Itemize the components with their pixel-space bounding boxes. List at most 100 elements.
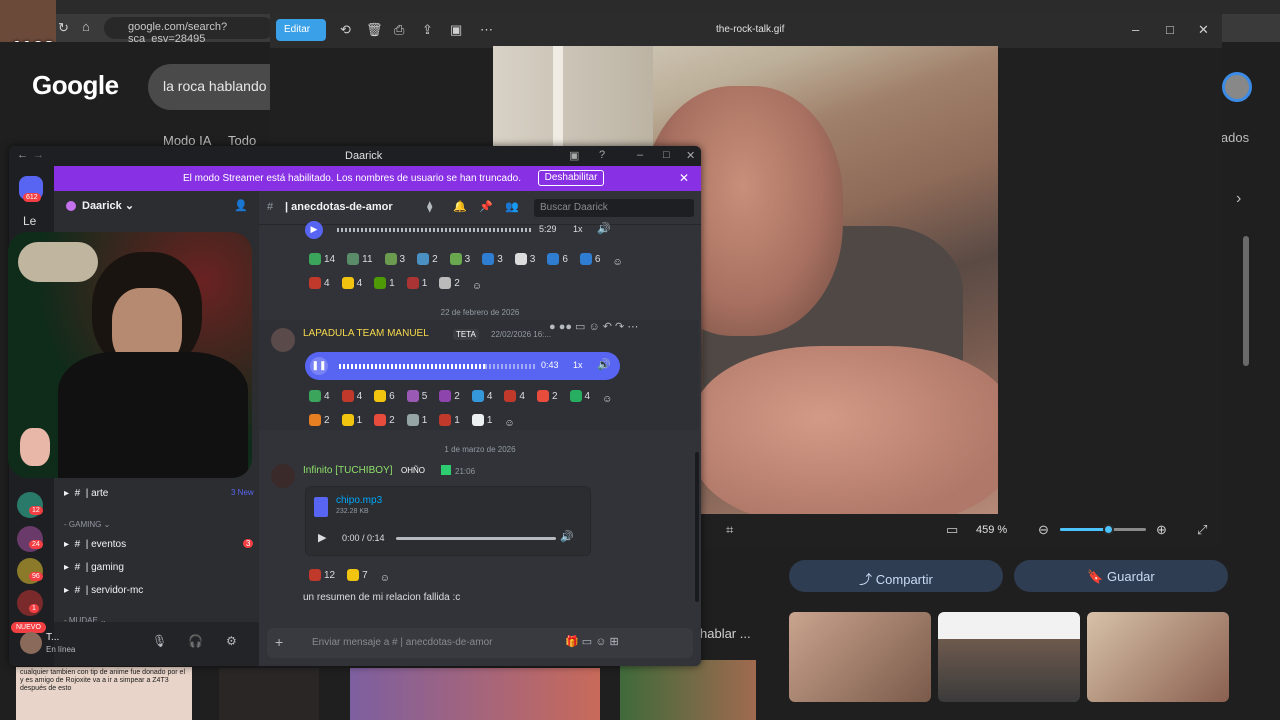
volume-icon[interactable]: 🔊 <box>597 222 611 235</box>
server-name[interactable]: Daarick ⌄ <box>82 199 134 212</box>
close-icon[interactable]: ✕ <box>686 149 695 162</box>
waveform[interactable] <box>337 228 533 232</box>
forward-icon[interactable]: → <box>33 149 44 161</box>
home-icon[interactable]: ⌂ <box>82 19 90 34</box>
add-reaction-icon[interactable]: ☺ <box>504 418 514 429</box>
volume-icon[interactable]: 🔊 <box>597 358 611 371</box>
reaction-chip[interactable]: 2 <box>374 414 395 426</box>
print-icon[interactable]: ⎙ <box>394 22 404 38</box>
add-reaction-icon[interactable]: ☺ <box>472 281 482 292</box>
address-bar[interactable]: google.com/search?sca_esv=28495 <box>104 17 274 45</box>
maximize-icon[interactable]: □ <box>663 149 670 161</box>
reaction-chip[interactable]: 1 <box>439 414 460 426</box>
channel-item-gaming[interactable]: ▸ # | gaming <box>64 562 124 573</box>
reaction-chip[interactable]: 7 <box>347 569 368 581</box>
fullscreen-icon[interactable]: ⤢ <box>1197 522 1207 538</box>
chat-scrollbar[interactable] <box>695 452 699 602</box>
thumbnail-image[interactable] <box>350 668 600 720</box>
add-reaction-icon[interactable]: ☺ <box>602 394 612 405</box>
chevron-right-icon[interactable]: › <box>1236 190 1241 208</box>
reaction-chip[interactable]: 1 <box>374 277 395 289</box>
file-name[interactable]: chipo.mp3 <box>336 495 382 506</box>
thumbnail-image[interactable] <box>219 668 319 720</box>
message-author[interactable]: Infinito [TUCHIBOY] <box>303 465 392 476</box>
input-tools-icons[interactable]: 🎁 ▭ ☺ ⊞ <box>565 635 619 648</box>
reaction-chip[interactable]: 6 <box>374 390 395 402</box>
reaction-chip[interactable]: 3 <box>514 253 535 265</box>
pause-icon[interactable]: ❚❚ <box>310 357 328 375</box>
channel-item-eventos[interactable]: ▸ # | eventos 3 <box>64 539 254 550</box>
rotate-icon[interactable]: ⟲ <box>340 22 351 38</box>
reaction-chip[interactable]: 11 <box>347 253 373 265</box>
reaction-chip[interactable]: 3 <box>449 253 470 265</box>
reaction-chip[interactable]: 5 <box>406 390 427 402</box>
reaction-chip[interactable]: 4 <box>504 390 525 402</box>
reaction-chip[interactable]: 2 <box>309 414 330 426</box>
reaction-chip[interactable]: 2 <box>439 390 460 402</box>
reaction-chip[interactable]: 4 <box>341 390 362 402</box>
search-input[interactable]: la roca hablando <box>148 64 278 110</box>
avatar[interactable] <box>271 464 295 488</box>
headphones-icon[interactable]: 🎧 <box>188 634 203 648</box>
delete-icon[interactable]: 🗑 <box>366 22 383 38</box>
bell-icon[interactable]: 🔔 <box>453 200 467 213</box>
reaction-chip[interactable]: 6 <box>579 253 600 265</box>
reaction-chip[interactable]: 4 <box>309 390 330 402</box>
add-reaction-icon[interactable]: ☺ <box>612 257 622 268</box>
reaction-chip[interactable]: 4 <box>309 277 330 289</box>
volume-icon[interactable]: 🔊 <box>560 530 574 543</box>
channel-item-arte[interactable]: ▸ # | arte 3 New <box>64 488 254 499</box>
thumbnail-image[interactable] <box>620 660 756 720</box>
close-banner-icon[interactable]: ✕ <box>679 171 689 185</box>
threads-icon[interactable]: ⧫ <box>427 200 432 213</box>
reaction-chip[interactable]: 1 <box>406 414 427 426</box>
minimize-icon[interactable]: – <box>1132 22 1139 37</box>
add-attachment-icon[interactable]: + <box>275 634 283 650</box>
back-icon[interactable]: ← <box>17 149 28 161</box>
thumbnail-image[interactable] <box>1087 612 1229 702</box>
zoom-level[interactable]: 459 % <box>976 524 1007 536</box>
server-label[interactable]: Le <box>23 214 36 228</box>
gear-icon[interactable]: ⚙ <box>226 634 237 648</box>
reaction-chip[interactable]: 14 <box>309 253 335 265</box>
reaction-chip[interactable]: 12 <box>309 569 335 581</box>
more-icon[interactable]: ⋯ <box>480 22 493 38</box>
reaction-chip[interactable]: 4 <box>471 390 492 402</box>
reaction-chip[interactable]: 2 <box>439 277 460 289</box>
reaction-chip[interactable]: 1 <box>471 414 492 426</box>
add-reaction-icon[interactable]: ☺ <box>380 573 390 584</box>
message-actions[interactable]: ● ●● ▭ ☺ ↶ ↷ ⋯ <box>549 320 638 333</box>
reload-icon[interactable]: ↻ <box>58 20 69 36</box>
reaction-chip[interactable]: 3 <box>482 253 503 265</box>
zoom-out-icon[interactable]: ⊖ <box>1038 522 1049 538</box>
account-avatar[interactable] <box>1222 72 1252 102</box>
frame-icon[interactable]: ▣ <box>450 22 462 38</box>
help-icon[interactable]: ? <box>599 149 605 161</box>
zoom-in-icon[interactable]: ⊕ <box>1156 522 1167 538</box>
disable-streamer-button[interactable]: Deshabilitar <box>538 170 604 186</box>
add-friend-icon[interactable]: 👤 <box>234 199 248 212</box>
thumbnail-image[interactable] <box>938 612 1080 702</box>
result-title[interactable]: hablar ... <box>700 626 751 641</box>
play-icon[interactable]: ▶ <box>305 221 323 239</box>
waveform[interactable] <box>339 364 485 369</box>
channel-item-servidor[interactable]: ▸ # | servidor-mc <box>64 585 143 596</box>
avatar[interactable] <box>271 328 295 352</box>
close-icon[interactable]: ✕ <box>1198 22 1209 38</box>
share-icon[interactable]: ⇪ <box>422 22 433 38</box>
microphone-icon[interactable]: 🎙 <box>152 634 167 648</box>
save-button[interactable]: 🔖 Guardar <box>1014 560 1228 592</box>
page-scrollbar[interactable] <box>1243 236 1249 366</box>
reaction-chip[interactable]: 4 <box>569 390 590 402</box>
category-gaming[interactable]: - GAMING ⌄ <box>64 520 110 529</box>
reaction-chip[interactable]: 4 <box>341 277 362 289</box>
reaction-chip[interactable]: 2 <box>536 390 558 402</box>
minimize-icon[interactable]: – <box>637 149 643 161</box>
reaction-chip[interactable]: 1 <box>406 277 427 289</box>
reaction-chip[interactable]: 2 <box>417 253 438 265</box>
audio-progress[interactable] <box>396 537 556 540</box>
members-icon[interactable]: 👥 <box>505 200 519 213</box>
share-button[interactable]: ⤴ Compartir <box>789 560 1003 592</box>
crop-icon[interactable]: ⌗ <box>726 522 733 538</box>
google-logo[interactable]: Google <box>32 70 119 101</box>
